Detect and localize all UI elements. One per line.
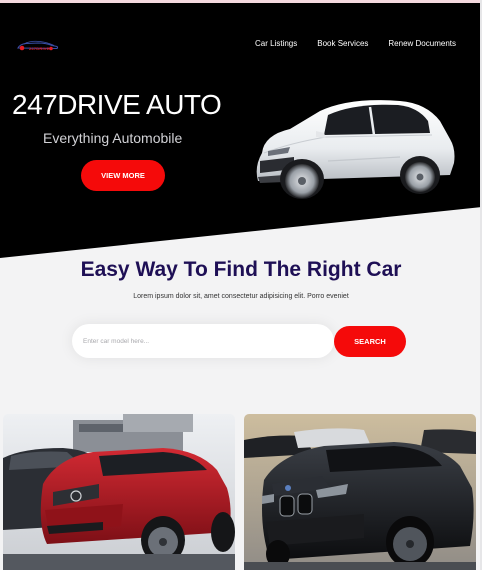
view-more-button[interactable]: VIEW MORE <box>81 160 165 191</box>
page: 247DRIVE Car Listings Book Services Rene… <box>0 0 482 570</box>
listing-card-red-mercedes[interactable] <box>3 414 235 570</box>
search-bar: SEARCH <box>72 324 406 358</box>
search-subheading: Lorem ipsum dolor sit, amet consectetur … <box>133 293 349 300</box>
logo-text: 247DRIVE <box>29 46 50 51</box>
search-heading: Easy Way To Find The Right Car <box>80 258 402 281</box>
nav-car-listings[interactable]: Car Listings <box>255 39 297 48</box>
listing-card-black-bmw[interactable] <box>244 414 476 570</box>
search-button[interactable]: SEARCH <box>334 326 406 357</box>
hero-title: 247DRIVE AUTO <box>12 89 222 120</box>
nav-renew-documents[interactable]: Renew Documents <box>388 39 456 48</box>
hero-section: 247DRIVE Car Listings Book Services Rene… <box>0 3 482 258</box>
hero-car-image <box>250 91 460 206</box>
car-model-search-input[interactable] <box>72 324 334 358</box>
top-strip <box>0 0 482 3</box>
nav-book-services[interactable]: Book Services <box>317 39 368 48</box>
main-nav: Car Listings Book Services Renew Documen… <box>255 39 456 48</box>
hero-tagline: Everything Automobile <box>43 130 183 146</box>
